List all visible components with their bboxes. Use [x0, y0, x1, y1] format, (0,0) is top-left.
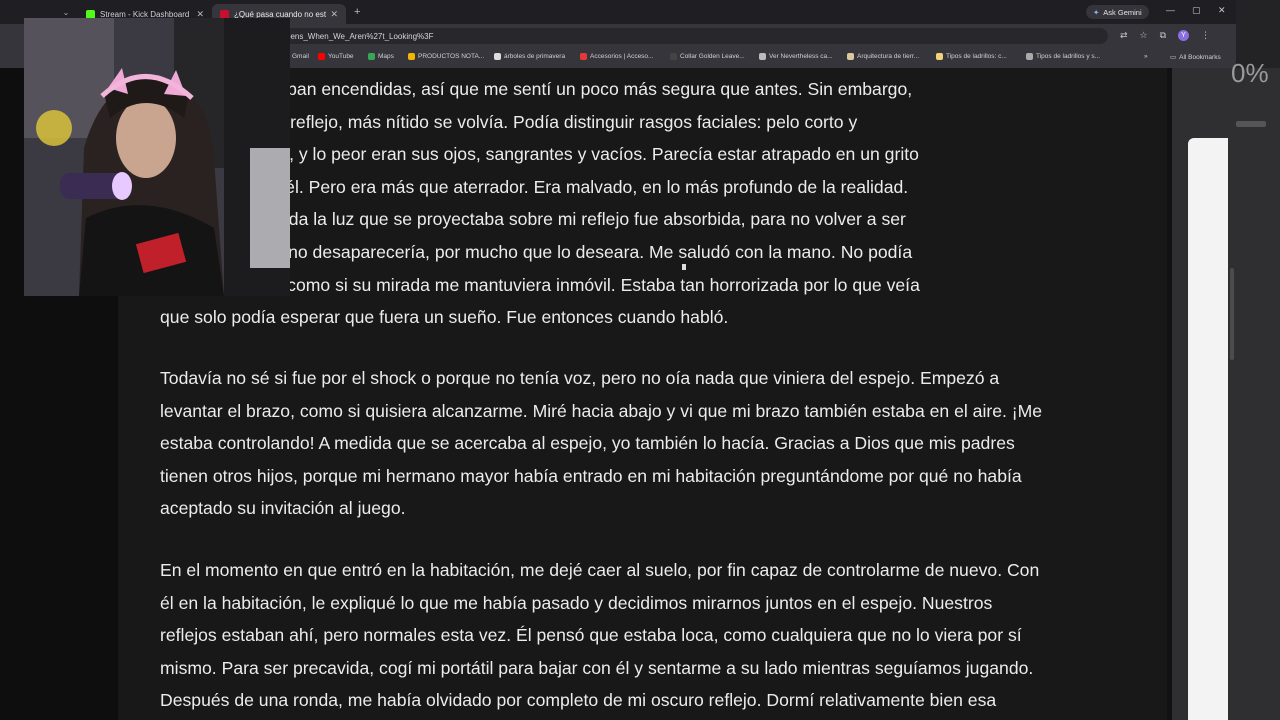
bookmark-item[interactable]: Tipos de ladrillos: c...: [936, 53, 1007, 60]
folder-icon: ▭: [1170, 54, 1177, 61]
article-paragraph: Todavía no sé si fue por el shock o porq…: [160, 368, 1043, 519]
bookmark-label: Arquitectura de tierr...: [857, 53, 920, 60]
bookmark-label: YouTube: [328, 53, 354, 60]
bookmark-label: Accesorios | Acceso...: [590, 53, 654, 60]
gemini-icon: ✦: [1093, 7, 1100, 17]
bookmark-label: Gmail: [292, 53, 309, 60]
maps-icon: [368, 53, 375, 60]
bookmark-favicon-icon: [936, 53, 943, 60]
mouse-cursor-icon: [682, 264, 686, 270]
webcam-overlay: [24, 18, 290, 296]
bookmark-item[interactable]: Arquitectura de tierr...: [847, 53, 919, 60]
bookmark-favicon-icon: [1026, 53, 1033, 60]
webcam-image: [24, 18, 290, 296]
bookmark-item[interactable]: árboles de primavera: [494, 53, 565, 60]
new-tab-icon[interactable]: +: [354, 6, 360, 18]
all-bookmarks-button[interactable]: ▭ All Bookmarks: [1170, 53, 1221, 62]
translate-icon[interactable]: ⇄: [1120, 30, 1128, 41]
bookmark-item[interactable]: PRODUCTOS NOTA...: [408, 53, 484, 60]
bookmark-item[interactable]: Ver Nevertheless ca...: [759, 53, 833, 60]
bookmark-item[interactable]: Tipos de ladrillos y s...: [1026, 53, 1100, 60]
bookmark-item[interactable]: Accesorios | Acceso...: [580, 53, 653, 60]
youtube-icon: [318, 53, 325, 60]
bookmark-favicon-icon: [494, 53, 501, 60]
side-scrollbar[interactable]: [1230, 268, 1234, 360]
bookmark-favicon-icon: [847, 53, 854, 60]
bookmark-favicon-icon: [759, 53, 766, 60]
menu-icon[interactable]: ⋮: [1201, 30, 1210, 41]
bookmark-label: Tipos de ladrillos y s...: [1036, 53, 1101, 60]
bookmark-item[interactable]: Collar Golden Leave...: [670, 53, 745, 60]
ask-gemini-button[interactable]: ✦ Ask Gemini: [1086, 5, 1149, 19]
profile-avatar-icon[interactable]: Y: [1178, 30, 1189, 41]
all-bookmarks-label: All Bookmarks: [1179, 53, 1221, 61]
bookmark-favicon-icon: [670, 53, 677, 60]
bookmark-label: Tipos de ladrillos: c...: [946, 53, 1007, 60]
bookmark-item[interactable]: YouTube: [318, 53, 354, 60]
bookmark-label: Ver Nevertheless ca...: [769, 53, 833, 60]
maximize-icon[interactable]: ▢: [1192, 5, 1201, 16]
bookmark-label: Collar Golden Leave...: [680, 53, 745, 60]
bookmark-label: PRODUCTOS NOTA...: [418, 53, 485, 60]
more-bookmarks-icon[interactable]: »: [1144, 53, 1148, 60]
bookmark-label: Maps: [378, 53, 394, 60]
extensions-icon[interactable]: ⧉: [1160, 30, 1166, 41]
bookmark-label: árboles de primavera: [504, 53, 566, 60]
bookmark-favicon-icon: [580, 53, 587, 60]
close-window-icon[interactable]: ✕: [1218, 5, 1226, 16]
ask-gemini-label: Ask Gemini: [1103, 7, 1142, 17]
bookmark-favicon-icon: [408, 53, 415, 60]
close-tab-icon[interactable]: ✕: [330, 9, 338, 20]
article-paragraph: En el momento en que entró en la habitac…: [160, 560, 1040, 711]
bookmark-item[interactable]: Maps: [368, 53, 394, 60]
minimize-icon[interactable]: —: [1166, 5, 1175, 15]
overlay-bar: [1236, 121, 1266, 127]
bookmark-star-icon[interactable]: ☆: [1139, 30, 1147, 41]
article-paragraph: i habitación estaban encendidas, así que…: [160, 79, 920, 328]
url-text: pens_When_We_Aren%27t_Looking%3F: [286, 31, 434, 41]
overlay-percent: 0%: [1231, 58, 1269, 88]
overlay-card: [1188, 138, 1228, 720]
